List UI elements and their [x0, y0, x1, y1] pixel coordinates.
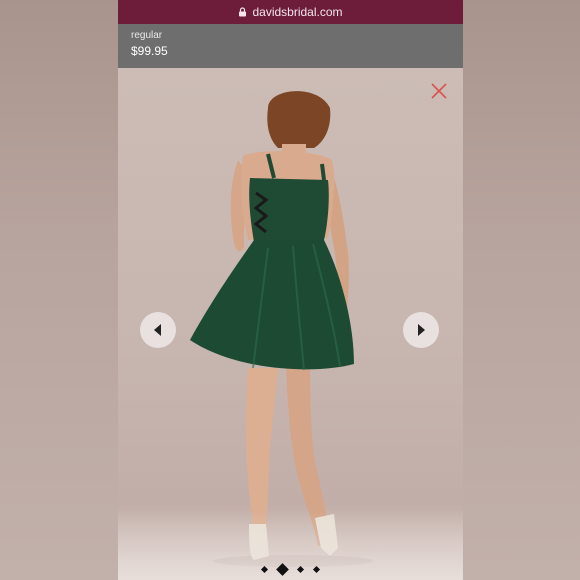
page-background-left: [0, 0, 118, 580]
gallery-pagination: [118, 562, 463, 576]
pagination-dot[interactable]: [312, 565, 321, 573]
page-background-right: [463, 0, 580, 580]
pagination-dot[interactable]: [260, 565, 269, 573]
price-label: regular: [131, 30, 163, 41]
chevron-left-icon: [154, 324, 161, 336]
url-text: davidsbridal.com: [252, 5, 343, 19]
pagination-dot-active[interactable]: [276, 562, 289, 576]
price-value: $99.95: [131, 44, 168, 58]
chevron-right-icon: [418, 324, 425, 336]
lock-icon: [238, 7, 247, 17]
close-icon: [431, 83, 447, 99]
previous-image-button[interactable]: [140, 312, 176, 348]
pagination-dot[interactable]: [296, 565, 305, 573]
close-button[interactable]: [430, 82, 448, 100]
price-header: regular $99.95: [118, 24, 463, 68]
browser-url-bar[interactable]: davidsbridal.com: [118, 0, 463, 24]
next-image-button[interactable]: [403, 312, 439, 348]
phone-screen: davidsbridal.com regular $99.95: [118, 0, 463, 580]
